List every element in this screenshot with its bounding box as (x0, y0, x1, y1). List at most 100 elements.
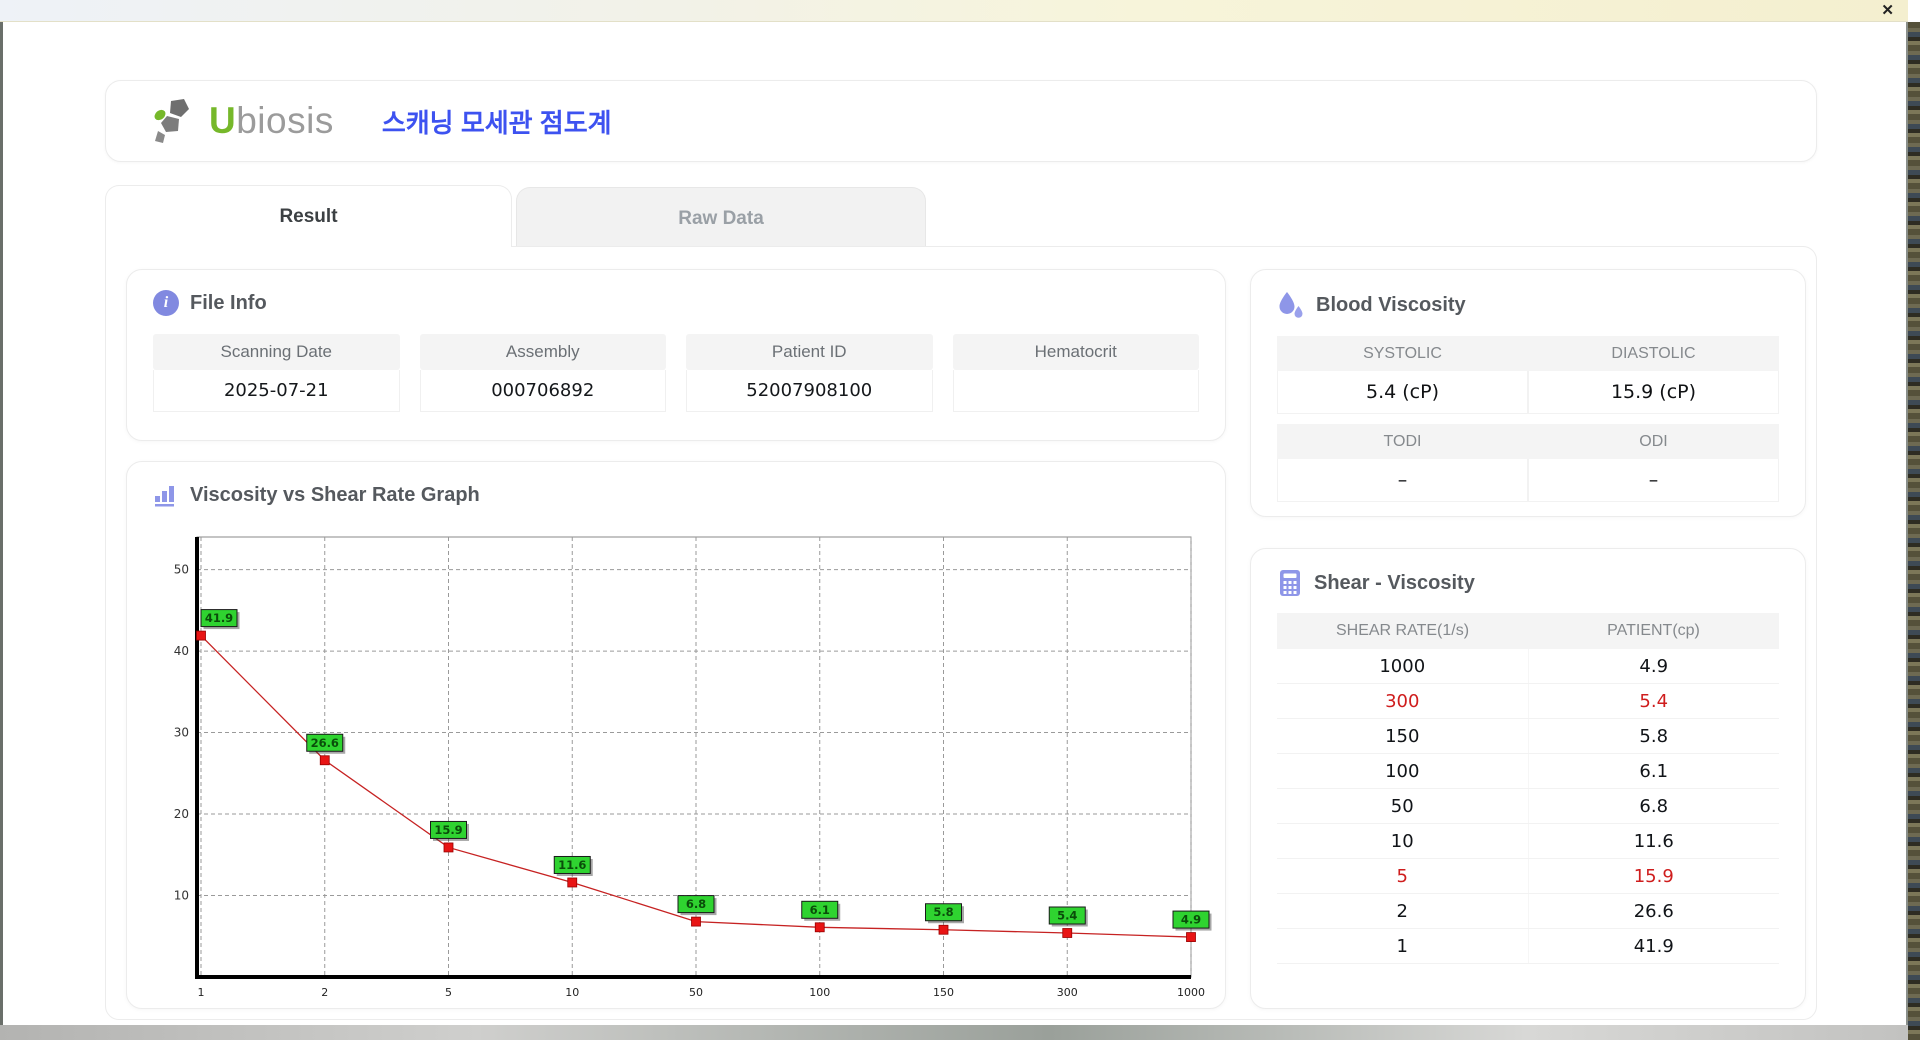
field-label: Scanning Date (153, 334, 400, 370)
tab-result[interactable]: Result (105, 185, 512, 247)
svg-text:15.9: 15.9 (434, 823, 462, 837)
field-value: 000706892 (419, 370, 666, 412)
ubiosis-logo: Ubiosis (151, 95, 334, 147)
systolic-value: 5.4 (cP) (1277, 371, 1528, 414)
table-cell: 5 (1277, 859, 1529, 893)
patient-column-header: PATIENT(cp) (1607, 622, 1700, 639)
table-row: 1000 4.9 (1277, 649, 1779, 684)
viscosity-shear-chart: 10 20 30 40 50 1 2 5 10 50 100 150 300 1000 41.9 26.6 15… (149, 524, 1221, 1002)
odi-value: – (1528, 459, 1779, 502)
svg-text:26.6: 26.6 (311, 736, 339, 750)
svg-text:41.9: 41.9 (205, 611, 233, 625)
field-label: Patient ID (686, 334, 933, 370)
viscosity-graph-card: Viscosity vs Shear Rate Graph 10 20 30 40 50… (126, 461, 1226, 1009)
svg-text:5.8: 5.8 (933, 905, 953, 919)
calculator-icon (1277, 569, 1303, 597)
table-cell: 50 (1277, 789, 1529, 823)
svg-text:1: 1 (198, 986, 205, 999)
diastolic-value: 15.9 (cP) (1528, 371, 1779, 414)
page-title: 스캐닝 모세관 점도계 (381, 107, 612, 138)
table-cell: 26.6 (1633, 900, 1674, 922)
svg-text:300: 300 (1057, 986, 1078, 999)
svg-text:50: 50 (174, 563, 189, 577)
shear-rate-column-header: SHEAR RATE(1/s) (1335, 622, 1470, 639)
blood-viscosity-table: SYSTOLIC DIASTOLIC 5.4 (cP) 15.9 (cP) TO… (1277, 336, 1779, 502)
svg-text:2: 2 (321, 986, 328, 999)
table-cell: 5.4 (1639, 690, 1669, 712)
table-cell: 150 (1277, 719, 1529, 753)
file-info-title: File Info (190, 291, 267, 314)
field-value (952, 370, 1199, 412)
table-cell: 2 (1277, 894, 1529, 928)
blood-viscosity-title: Blood Viscosity (1316, 293, 1466, 316)
window-bottom-edge (0, 1025, 1908, 1040)
table-row: 300 5.4 (1277, 684, 1779, 719)
field-label: Assembly (419, 334, 666, 370)
svg-text:40: 40 (174, 644, 189, 658)
svg-text:6.8: 6.8 (686, 897, 706, 911)
field-value: 2025-07-21 (153, 370, 400, 412)
systolic-header: SYSTOLIC (1363, 344, 1442, 362)
tab-result-label: Result (279, 205, 338, 227)
table-cell: 100 (1277, 754, 1529, 788)
shear-viscosity-card: Shear - Viscosity SHEAR RATE(1/s) PATIEN… (1250, 548, 1806, 1009)
svg-text:5: 5 (445, 986, 452, 999)
svg-text:150: 150 (933, 986, 954, 999)
field-value: 52007908100 (686, 370, 933, 412)
diastolic-header: DIASTOLIC (1611, 344, 1696, 362)
svg-text:1000: 1000 (1177, 986, 1205, 999)
table-row: 50 6.8 (1277, 789, 1779, 824)
shear-viscosity-table: SHEAR RATE(1/s) PATIENT(cp) 1000 4.9 300 5.… (1277, 613, 1779, 964)
table-cell: 6.8 (1639, 795, 1669, 817)
background-window-sliver (1908, 22, 1920, 1040)
shear-viscosity-title: Shear - Viscosity (1314, 571, 1475, 594)
ubiosis-logo-icon (151, 95, 203, 147)
svg-text:4.9: 4.9 (1181, 913, 1201, 927)
svg-text:30: 30 (174, 726, 189, 740)
result-tab-panel: i File Info Scanning Date 2025-07-21 Ass… (105, 246, 1817, 1020)
window-close-button[interactable]: ✕ (1881, 1, 1894, 21)
table-cell: 15.9 (1633, 865, 1674, 887)
table-cell: 11.6 (1633, 830, 1674, 852)
table-row: 100 6.1 (1277, 754, 1779, 789)
blood-viscosity-card: Blood Viscosity SYSTOLIC DIASTOLIC 5.4 (… (1250, 269, 1806, 517)
field-hematocrit: Hematocrit (952, 334, 1199, 412)
tab-raw-data-label: Raw Data (678, 207, 764, 229)
table-row: 5 15.9 (1277, 859, 1779, 894)
table-cell: 10 (1277, 824, 1529, 858)
logo-text: Ubiosis (209, 100, 334, 142)
svg-text:100: 100 (809, 986, 830, 999)
table-cell: 1 (1277, 929, 1529, 963)
info-icon: i (153, 290, 179, 316)
file-info-fields: Scanning Date 2025-07-21 Assembly 000706… (127, 316, 1225, 412)
table-cell: 300 (1277, 684, 1529, 718)
field-scanning-date: Scanning Date 2025-07-21 (153, 334, 400, 412)
svg-text:11.6: 11.6 (558, 858, 586, 872)
svg-text:20: 20 (174, 807, 189, 821)
svg-text:5.4: 5.4 (1057, 909, 1077, 923)
tab-raw-data[interactable]: Raw Data (516, 187, 926, 249)
field-assembly: Assembly 000706892 (419, 334, 666, 412)
logo-letter-u: U (209, 100, 237, 141)
app-window: ✕ Ubiosis 스캐닝 모세관 점도계 Result Raw Data i … (0, 0, 1920, 1040)
blood-drops-icon (1277, 290, 1305, 320)
shear-table-rows: 1000 4.9 300 5.4 150 5.8 100 6.1 50 6.8 10 11.6 5 15.… (1277, 649, 1779, 964)
table-cell: 41.9 (1633, 935, 1674, 957)
file-info-card: i File Info Scanning Date 2025-07-21 Ass… (126, 269, 1226, 441)
table-row: 1 41.9 (1277, 929, 1779, 964)
todi-header: TODI (1383, 432, 1422, 450)
odi-header: ODI (1639, 432, 1668, 450)
table-cell: 6.1 (1639, 760, 1669, 782)
svg-text:10: 10 (565, 986, 579, 999)
table-cell: 5.8 (1639, 725, 1669, 747)
table-row: 2 26.6 (1277, 894, 1779, 929)
svg-text:50: 50 (689, 986, 703, 999)
table-row: 10 11.6 (1277, 824, 1779, 859)
logo-letters-rest: biosis (236, 100, 334, 141)
todi-value: – (1277, 459, 1528, 502)
table-cell: 4.9 (1639, 655, 1669, 677)
window-titlebar: ✕ (0, 0, 1908, 22)
field-patient-id: Patient ID 52007908100 (686, 334, 933, 412)
table-row: 150 5.8 (1277, 719, 1779, 754)
svg-text:10: 10 (174, 889, 189, 903)
